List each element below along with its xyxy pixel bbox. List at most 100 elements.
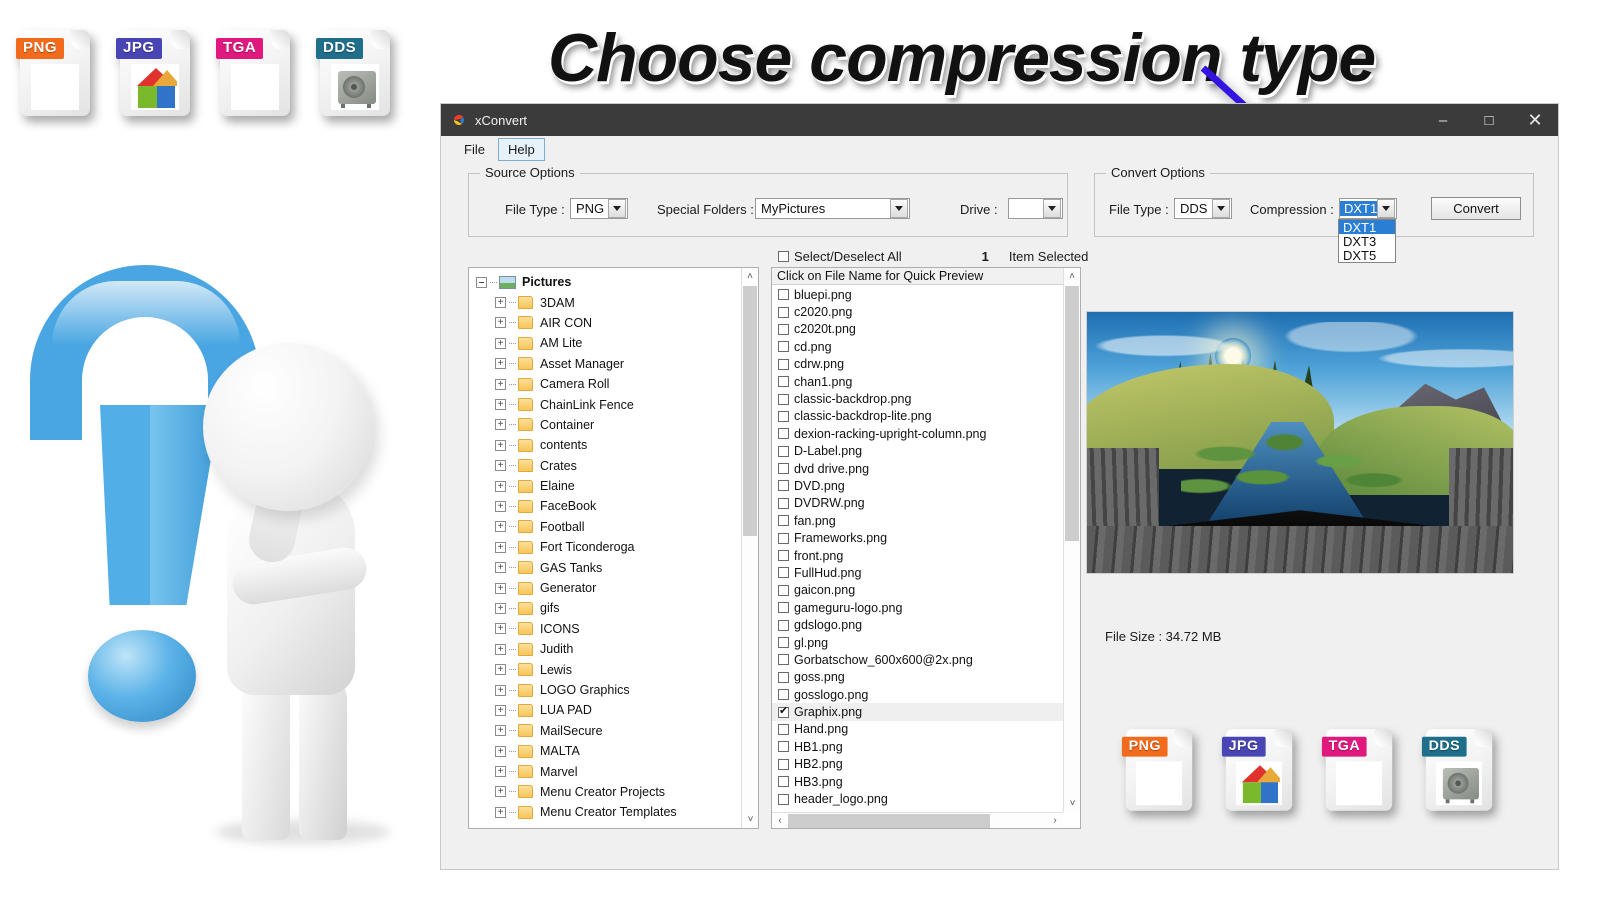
tree-node[interactable]: + LUA PAD <box>476 700 741 720</box>
tree-node[interactable]: + Elaine <box>476 476 741 496</box>
file-name[interactable]: gaicon.png <box>794 583 855 597</box>
tree-node[interactable]: + ICONS <box>476 619 741 639</box>
file-list-item[interactable]: DVD.png <box>772 477 1063 494</box>
file-list-item[interactable]: fan.png <box>772 512 1063 529</box>
file-checkbox[interactable] <box>778 689 789 701</box>
expand-icon[interactable]: + <box>495 480 506 492</box>
file-checkbox[interactable] <box>778 497 789 509</box>
file-checkbox[interactable] <box>778 480 789 492</box>
file-name[interactable]: Gorbatschow_600x600@2x.png <box>794 653 973 667</box>
compression-dropdown-list[interactable]: DXT1 DXT3 DXT5 <box>1338 219 1396 263</box>
file-list-item[interactable]: cdrw.png <box>772 356 1063 373</box>
tree-scroll-thumb[interactable] <box>743 286 757 536</box>
hscroll-track[interactable] <box>788 813 1047 828</box>
file-name[interactable]: gdslogo.png <box>794 618 862 632</box>
file-name[interactable]: cdrw.png <box>794 357 844 371</box>
file-name[interactable]: cd.png <box>794 340 832 354</box>
expand-icon[interactable]: + <box>495 806 506 818</box>
compression-option-dxt5[interactable]: DXT5 <box>1339 248 1395 262</box>
file-list-item[interactable]: HB2.png <box>772 756 1063 773</box>
window-titlebar[interactable]: xConvert – □ ✕ <box>441 104 1558 136</box>
file-list-vertical-scrollbar[interactable]: ˄ ˅ <box>1063 268 1080 812</box>
file-list-item[interactable]: c2020t.png <box>772 321 1063 338</box>
file-checkbox[interactable] <box>778 550 789 562</box>
file-name[interactable]: goss.png <box>794 670 845 684</box>
file-checkbox[interactable] <box>778 341 789 353</box>
file-checkbox[interactable] <box>778 376 789 388</box>
file-name[interactable]: FullHud.png <box>794 566 861 580</box>
expand-icon[interactable]: + <box>495 684 506 696</box>
file-list-item[interactable]: goss.png <box>772 669 1063 686</box>
file-list-item[interactable]: DVDRW.png <box>772 495 1063 512</box>
file-list-scroll-thumb[interactable] <box>1065 286 1079 541</box>
compression-select[interactable]: DXT1 <box>1339 198 1397 219</box>
tree-node[interactable]: + Generator <box>476 578 741 598</box>
tree-node[interactable]: + MailSecure <box>476 721 741 741</box>
source-file-type-select[interactable]: PNG <box>570 198 628 219</box>
file-checkbox[interactable] <box>778 306 789 318</box>
file-name[interactable]: D-Label.png <box>794 444 862 458</box>
tree-node[interactable]: + AM Lite <box>476 333 741 353</box>
scroll-up-arrow-icon[interactable]: ˄ <box>742 268 758 285</box>
file-name[interactable]: chan1.png <box>794 375 852 389</box>
file-checkbox[interactable] <box>778 602 789 614</box>
collapse-icon[interactable]: – <box>476 276 487 288</box>
tree-node[interactable]: + Crates <box>476 456 741 476</box>
compression-option-dxt1[interactable]: DXT1 <box>1339 220 1395 234</box>
file-list-item[interactable]: header_logo.png <box>772 790 1063 807</box>
file-checkbox[interactable] <box>778 637 789 648</box>
chevron-down-icon[interactable] <box>1043 199 1061 218</box>
tree-node[interactable]: + AIR CON <box>476 313 741 333</box>
expand-icon[interactable]: + <box>495 399 506 411</box>
tree-node[interactable]: + contents <box>476 435 741 455</box>
compression-option-dxt3[interactable]: DXT3 <box>1339 234 1395 248</box>
file-name[interactable]: header_logo.png <box>794 792 888 806</box>
file-list-horizontal-scrollbar[interactable]: ‹ › <box>772 812 1063 828</box>
chevron-down-icon[interactable] <box>1377 199 1395 218</box>
tree-node[interactable]: + Football <box>476 517 741 537</box>
menu-item-file[interactable]: File <box>455 139 494 160</box>
minimize-button[interactable]: – <box>1420 104 1466 136</box>
tree-node[interactable]: + Container <box>476 415 741 435</box>
file-name[interactable]: DVD.png <box>794 479 845 493</box>
expand-icon[interactable]: + <box>495 602 506 614</box>
expand-icon[interactable]: + <box>495 419 506 431</box>
file-name[interactable]: c2020t.png <box>794 322 856 336</box>
file-checkbox[interactable] <box>778 758 789 770</box>
file-checkbox[interactable] <box>778 741 789 753</box>
file-name[interactable]: front.png <box>794 549 843 563</box>
file-list-item[interactable]: classic-backdrop-lite.png <box>772 408 1063 425</box>
maximize-button[interactable]: □ <box>1466 104 1512 136</box>
file-checkbox[interactable] <box>778 323 789 335</box>
drive-select[interactable] <box>1008 198 1063 219</box>
file-list-item[interactable]: FullHud.png <box>772 564 1063 581</box>
file-checkbox[interactable] <box>778 723 789 735</box>
special-folders-select[interactable]: MyPictures <box>755 198 910 219</box>
file-checkbox[interactable] <box>778 532 789 544</box>
file-name[interactable]: gameguru-logo.png <box>794 601 902 615</box>
tree-node[interactable]: + MALTA <box>476 741 741 761</box>
expand-icon[interactable]: + <box>495 766 506 778</box>
folder-tree[interactable]: – Pictures +3DAM + AIR CON + AM Lite + Asset Man… <box>469 268 741 828</box>
expand-icon[interactable]: + <box>495 358 506 370</box>
tree-root-pictures[interactable]: – Pictures <box>476 272 741 292</box>
tree-node[interactable]: + FaceBook <box>476 496 741 516</box>
menu-item-help[interactable]: Help <box>497 137 545 161</box>
file-list-item[interactable]: c2020.png <box>772 303 1063 320</box>
expand-icon[interactable]: + <box>495 562 506 574</box>
file-list-item[interactable]: chan1.png <box>772 373 1063 390</box>
file-list[interactable]: bluepi.png c2020.png c2020t.png cd.png cdrw.… <box>772 286 1063 812</box>
file-list-item[interactable]: gosslogo.png <box>772 686 1063 703</box>
file-list-item[interactable]: HB1.png <box>772 738 1063 755</box>
folder-tree-panel[interactable]: – Pictures +3DAM + AIR CON + AM Lite + Asset Man… <box>468 267 759 829</box>
expand-icon[interactable]: + <box>495 439 506 451</box>
expand-icon[interactable]: + <box>495 337 506 349</box>
file-checkbox[interactable] <box>778 567 789 579</box>
file-list-item[interactable]: gameguru-logo.png <box>772 599 1063 616</box>
tree-node[interactable]: + GAS Tanks <box>476 557 741 577</box>
file-checkbox[interactable] <box>778 410 789 422</box>
file-checkbox[interactable] <box>778 445 789 457</box>
hscroll-thumb[interactable] <box>788 813 991 828</box>
expand-icon[interactable]: + <box>495 745 506 757</box>
expand-icon[interactable]: + <box>495 623 506 635</box>
